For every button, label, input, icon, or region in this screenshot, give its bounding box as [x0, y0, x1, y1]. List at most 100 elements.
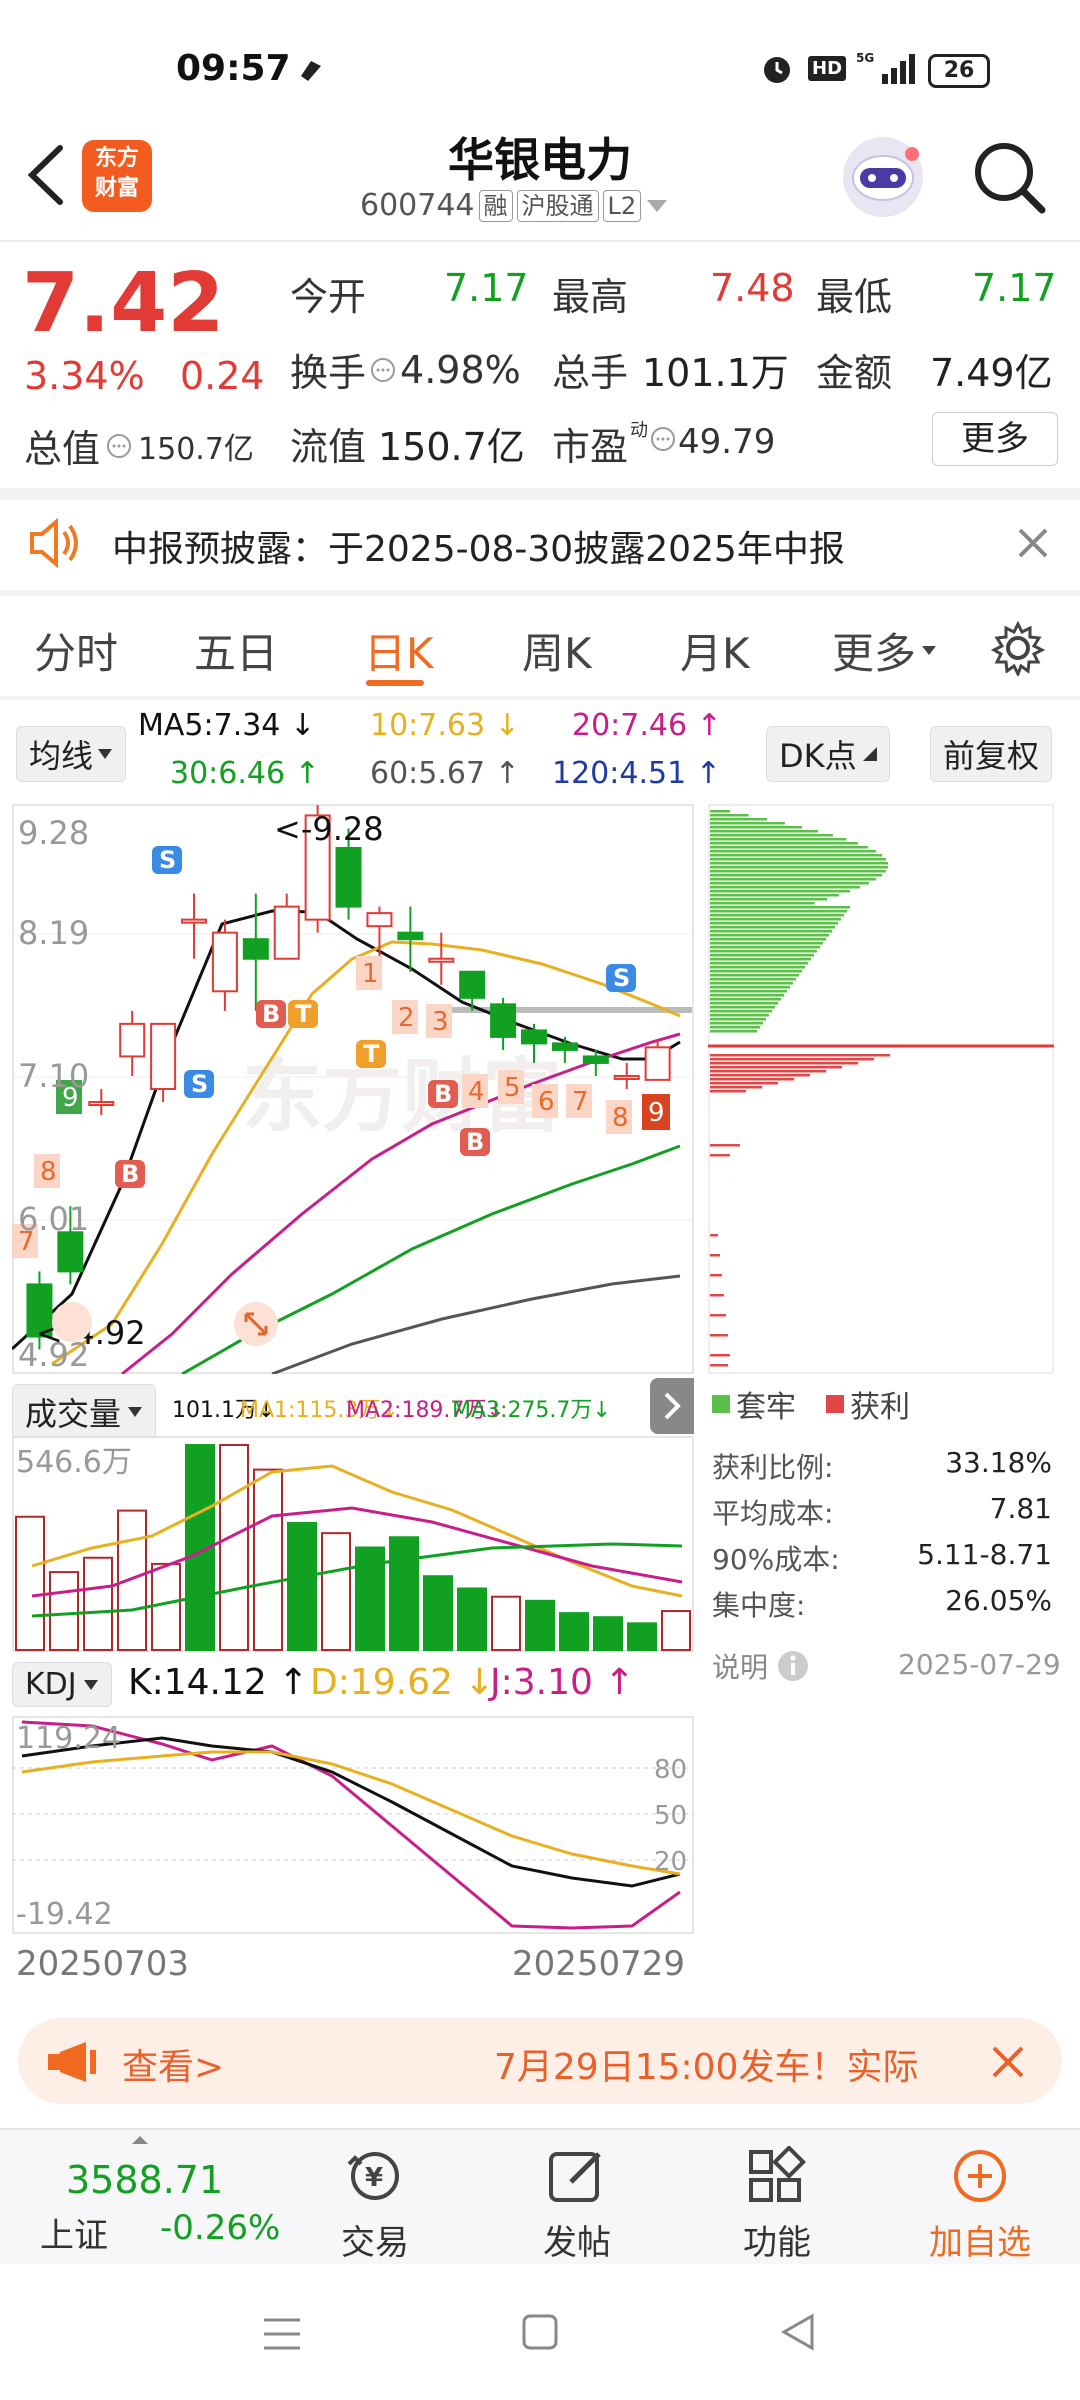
- post-button[interactable]: 发帖: [522, 2146, 632, 2264]
- settings-gear-icon[interactable]: [990, 620, 1046, 676]
- info-icon[interactable]: [650, 426, 676, 452]
- ma10-legend: 10:7.63 ↓: [370, 708, 520, 743]
- candle-body: [119, 1022, 146, 1058]
- dropdown-icon: [128, 1407, 143, 1417]
- ad-banner[interactable]: 查看> 7月29日15:00发车！实际: [18, 2018, 1062, 2104]
- info-icon[interactable]: [370, 357, 396, 383]
- candle-body: [613, 1074, 640, 1080]
- low-label: 最低: [816, 275, 893, 319]
- buy-signal-label: B: [262, 1000, 280, 1028]
- chip-bar: [710, 890, 850, 893]
- trapped-label: 套牢: [736, 1390, 796, 1425]
- countdown-number: 3: [432, 1007, 449, 1037]
- volume-bar: [219, 1444, 249, 1651]
- index-value[interactable]: 3588.71: [66, 2158, 223, 2202]
- current-price: 7.42: [22, 256, 225, 351]
- t-signal-label: T: [363, 1040, 380, 1068]
- chip-bar: [710, 1066, 842, 1069]
- chip-bar: [710, 838, 847, 841]
- candle-body: [428, 957, 455, 963]
- more-button[interactable]: 更多: [932, 412, 1058, 466]
- profit-label: 获利: [850, 1390, 910, 1425]
- volume-chart[interactable]: 546.6万: [12, 1436, 694, 1652]
- tab-five-day[interactable]: 五日: [194, 620, 278, 681]
- system-nav-bar: [0, 2264, 1080, 2400]
- kline-chart[interactable]: 东方财富 S S S B B B B T T 1 2 3 4 5 6 7 8 9…: [12, 804, 694, 1374]
- chip-bar: [710, 894, 839, 897]
- index-name[interactable]: 上证: [40, 2208, 108, 2257]
- index-change[interactable]: -0.26%: [160, 2208, 280, 2248]
- nav-divider: [0, 2128, 1080, 2130]
- ma30-legend: 30:6.46 ↑: [170, 756, 320, 791]
- robot-assistant-icon[interactable]: [838, 132, 928, 222]
- chip-bar: [710, 1144, 740, 1147]
- dropdown-icon[interactable]: [645, 196, 669, 216]
- dk-button[interactable]: DK点: [766, 726, 890, 782]
- chip-bar: [710, 886, 861, 889]
- back-icon[interactable]: [778, 2312, 818, 2352]
- tab-more[interactable]: 更多: [832, 620, 938, 681]
- chip-bar: [710, 942, 823, 945]
- expand-panel-button[interactable]: [650, 1378, 694, 1434]
- chip-bar: [710, 1078, 794, 1081]
- expand-marker-icon: [52, 1302, 92, 1342]
- menu-icon[interactable]: [260, 2314, 304, 2354]
- megaphone-icon: [48, 2042, 96, 2082]
- trade-icon: ¥: [347, 2152, 399, 2200]
- kdj-selector[interactable]: KDJ: [12, 1662, 112, 1707]
- countdown-number: 5: [504, 1073, 521, 1103]
- chip-bar: [710, 1014, 769, 1017]
- trade-button[interactable]: ¥ 交易: [320, 2146, 430, 2264]
- search-icon[interactable]: [970, 138, 1050, 218]
- function-button[interactable]: 功能: [722, 2145, 832, 2264]
- volume-bar: [525, 1599, 555, 1652]
- close-icon[interactable]: [1016, 526, 1050, 560]
- volume-selector-label: 成交量: [25, 1395, 122, 1433]
- chip-bar: [710, 934, 829, 937]
- adjust-button[interactable]: 前复权: [930, 726, 1053, 782]
- 5g-signal-icon: 5G: [856, 51, 915, 84]
- kdj-level-label: 20: [654, 1847, 687, 1877]
- countdown-number: 6: [538, 1087, 555, 1117]
- notice-text[interactable]: 中报预披露：于2025-08-30披露2025年中报: [112, 520, 845, 572]
- tab-weekly-k[interactable]: 周K: [522, 620, 592, 681]
- ma120-legend: 120:4.51 ↑: [552, 756, 721, 791]
- chip-bar: [710, 1090, 746, 1093]
- tab-intraday[interactable]: 分时: [34, 620, 118, 681]
- amount-label: 金额: [816, 351, 893, 395]
- chip-note[interactable]: 说明: [712, 1646, 810, 1686]
- chip-bar: [710, 882, 869, 885]
- chip-bar: [710, 874, 882, 877]
- kdj-chart[interactable]: 119.24 -19.42 80 50 20: [12, 1716, 694, 1934]
- volume-selector[interactable]: 成交量: [12, 1384, 157, 1440]
- chip-bar: [710, 866, 888, 869]
- add-watchlist-button[interactable]: 加自选: [910, 2146, 1050, 2264]
- note-label: 说明: [712, 1651, 769, 1684]
- countdown-number: 7: [572, 1087, 589, 1117]
- home-icon[interactable]: [520, 2312, 560, 2352]
- tab-more-label: 更多: [832, 629, 917, 678]
- tab-monthly-k[interactable]: 月K: [680, 620, 750, 681]
- chip-bar: [710, 946, 820, 949]
- info-icon[interactable]: [106, 433, 132, 459]
- candle-body: [644, 1046, 671, 1081]
- concentration-label: 集中度:: [712, 1589, 806, 1622]
- chip-bar: [710, 966, 805, 969]
- volume-bar: [457, 1587, 487, 1651]
- kdj-y-bottom: -19.42: [16, 1897, 113, 1932]
- header-divider: [0, 240, 1080, 242]
- tab-daily-k[interactable]: 日K: [364, 620, 434, 681]
- chip-bar: [710, 842, 858, 845]
- ma-selector[interactable]: 均线: [16, 726, 127, 782]
- caret-up-icon[interactable]: [130, 2134, 150, 2146]
- cost90-value: 5.11-8.71: [917, 1538, 1052, 1571]
- ad-link-text[interactable]: 查看>: [122, 2038, 224, 2090]
- close-icon[interactable]: [988, 2042, 1028, 2082]
- chip-distribution-chart[interactable]: [708, 804, 1054, 1374]
- volume-bar: [593, 1616, 623, 1651]
- countdown-number: 8: [40, 1157, 57, 1187]
- pe-superscript: 动: [630, 420, 649, 441]
- ma5-legend: MA5:7.34 ↓: [138, 708, 316, 743]
- chip-bar: [710, 958, 811, 961]
- high-label: 最高: [552, 275, 629, 319]
